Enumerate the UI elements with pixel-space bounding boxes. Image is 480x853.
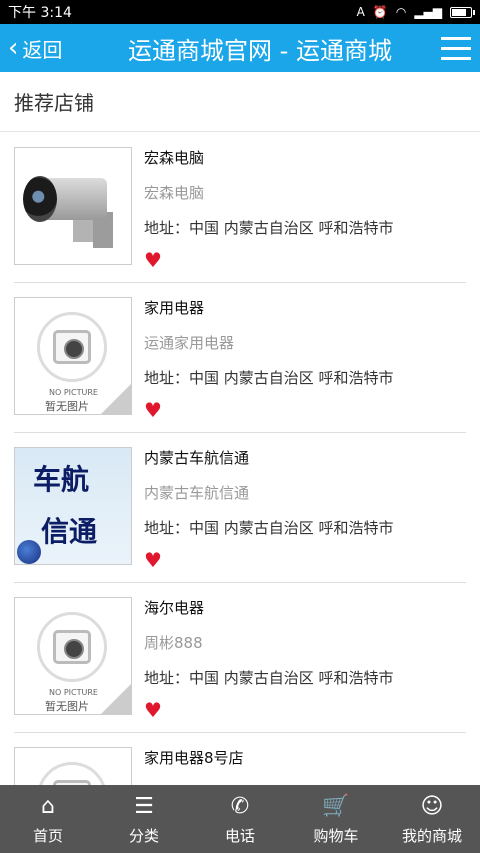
back-button[interactable]: ‹ 返回 xyxy=(0,34,92,63)
app-header: ‹ 返回 运通商城官网 - 运通商城 xyxy=(0,24,480,72)
chevron-left-icon: ‹ xyxy=(8,33,19,63)
phone-icon: ✆ xyxy=(230,793,250,819)
thumb-text-2: 信通 xyxy=(41,515,98,548)
shop-thumbnail[interactable]: NO PICTURE 暂无图片 xyxy=(14,597,132,715)
tab-cart[interactable]: 🛒 购物车 xyxy=(288,785,384,853)
no-picture-cn: 暂无图片 xyxy=(45,700,89,713)
shop-address: 地址：中国 内蒙古自治区 呼和浩特市 xyxy=(144,669,394,687)
shop-address: 地址：中国 内蒙古自治区 呼和浩特市 xyxy=(144,369,394,387)
shop-name[interactable]: 内蒙古车航信通 xyxy=(144,447,466,468)
menu-icon xyxy=(441,36,471,40)
wifi-icon: ◠ xyxy=(395,5,407,19)
page-title: 运通商城官网 - 运通商城 xyxy=(128,36,392,65)
tab-label: 电话 xyxy=(224,826,255,845)
font-icon: A xyxy=(356,5,365,19)
signal-icon: ▂▄▆ xyxy=(414,5,442,19)
camera-icon xyxy=(53,330,91,364)
shop-item-5[interactable]: 家用电器8号店 xyxy=(14,733,466,785)
shop-address: 地址：中国 内蒙古自治区 呼和浩特市 xyxy=(144,219,394,237)
shop-item-2[interactable]: NO PICTURE 暂无图片 家用电器 运通家用电器 地址：中国 内蒙古自治区… xyxy=(14,283,466,433)
tab-home[interactable]: ⌂ 首页 xyxy=(0,785,96,853)
shop-item-4[interactable]: NO PICTURE 暂无图片 海尔电器 周彬888 地址：中国 内蒙古自治区 … xyxy=(14,583,466,733)
shop-thumbnail[interactable] xyxy=(14,147,132,265)
shop-address: 地址：中国 内蒙古自治区 呼和浩特市 xyxy=(144,519,394,537)
home-icon: ⌂ xyxy=(41,793,55,819)
battery-icon xyxy=(450,6,475,18)
back-label: 返回 xyxy=(22,37,63,62)
shop-thumbnail[interactable]: 车航 信通 xyxy=(14,447,132,565)
alarm-icon: ⏰ xyxy=(372,5,388,19)
menu-button[interactable] xyxy=(432,24,480,72)
shop-subtitle: 周彬888 xyxy=(144,634,203,652)
heart-icon[interactable]: ♥ xyxy=(144,398,466,422)
no-picture-text: NO PICTURE xyxy=(49,388,98,397)
shop-subtitle: 宏森电脑 xyxy=(144,184,205,202)
user-icon: ☺ xyxy=(420,793,444,819)
tab-my-mall[interactable]: ☺ 我的商城 xyxy=(384,785,480,853)
tab-category[interactable]: ☰ 分类 xyxy=(96,785,192,853)
cart-icon: 🛒 xyxy=(322,793,350,819)
status-time: 下午 3:14 xyxy=(8,5,72,21)
tab-label: 我的商城 xyxy=(401,826,462,845)
list-icon: ☰ xyxy=(134,793,154,819)
shop-thumbnail[interactable] xyxy=(14,747,132,785)
tab-label: 首页 xyxy=(32,826,63,845)
heart-icon[interactable]: ♥ xyxy=(144,698,466,722)
shop-name[interactable]: 海尔电器 xyxy=(144,597,466,618)
shop-list: 宏森电脑 宏森电脑 地址：中国 内蒙古自治区 呼和浩特市 ♥ NO PICTUR… xyxy=(0,133,480,785)
tab-label: 购物车 xyxy=(313,826,359,845)
no-picture-text: NO PICTURE xyxy=(49,688,98,697)
shop-name[interactable]: 宏森电脑 xyxy=(144,147,466,168)
no-picture-cn: 暂无图片 xyxy=(45,400,89,413)
shop-item-3[interactable]: 车航 信通 内蒙古车航信通 内蒙古车航信通 地址：中国 内蒙古自治区 呼和浩特市… xyxy=(14,433,466,583)
shop-subtitle: 运通家用电器 xyxy=(144,334,235,352)
bottom-tab-bar: ⌂ 首页 ☰ 分类 ✆ 电话 🛒 购物车 ☺ 我的商城 xyxy=(0,785,480,853)
shop-name[interactable]: 家用电器8号店 xyxy=(144,747,466,768)
tab-label: 分类 xyxy=(128,826,159,845)
thumb-text-1: 车航 xyxy=(33,463,90,496)
shop-thumbnail[interactable]: NO PICTURE 暂无图片 xyxy=(14,297,132,415)
status-bar: 下午 3:14 A ⏰ ◠ ▂▄▆ xyxy=(0,0,480,24)
shop-name[interactable]: 家用电器 xyxy=(144,297,466,318)
status-icons: A ⏰ ◠ ▂▄▆ xyxy=(356,5,475,19)
tab-phone[interactable]: ✆ 电话 xyxy=(192,785,288,853)
heart-icon[interactable]: ♥ xyxy=(144,548,466,572)
shop-item-1[interactable]: 宏森电脑 宏森电脑 地址：中国 内蒙古自治区 呼和浩特市 ♥ xyxy=(14,133,466,283)
heart-icon[interactable]: ♥ xyxy=(144,248,466,272)
section-title: 推荐店铺 xyxy=(0,72,480,132)
camera-icon xyxy=(53,630,91,664)
shop-subtitle: 内蒙古车航信通 xyxy=(144,484,250,502)
globe-icon xyxy=(17,540,41,564)
